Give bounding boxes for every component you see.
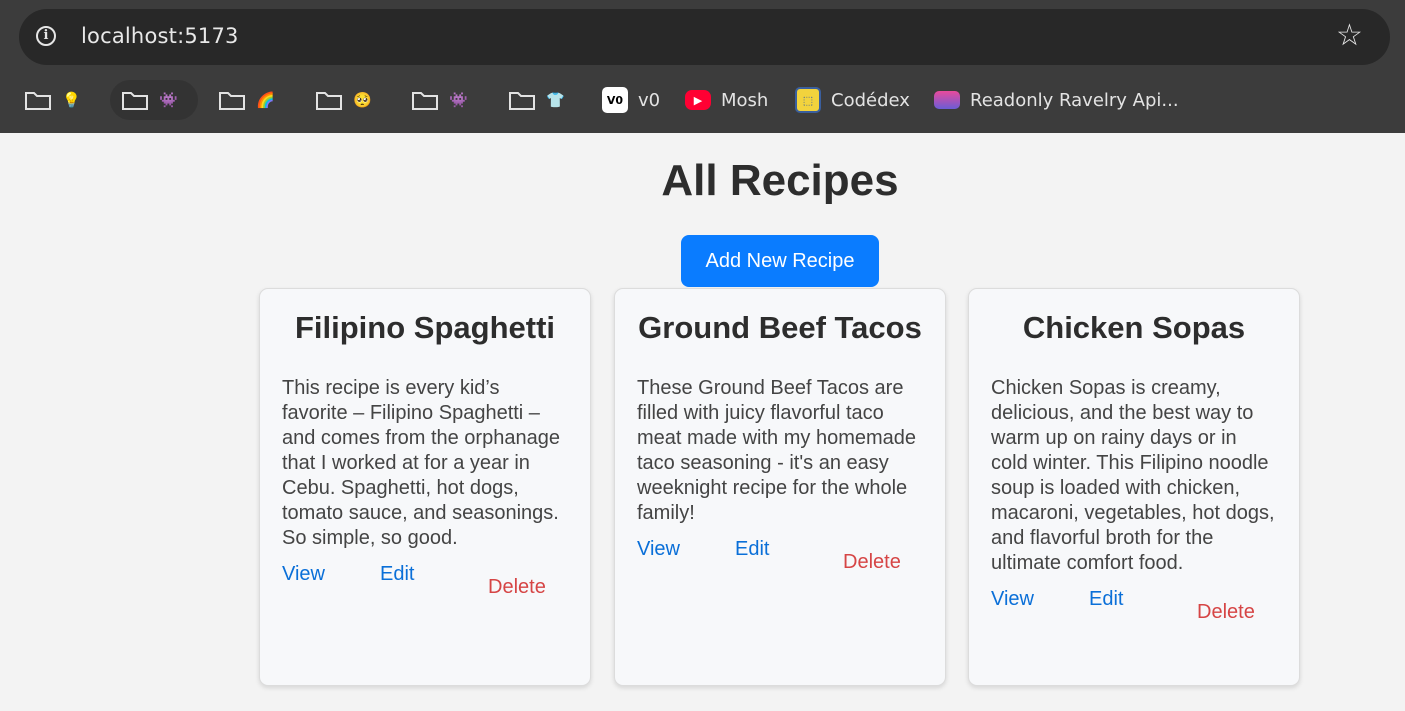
- recipe-actions: View Edit Delete: [991, 588, 1277, 638]
- bookmark-label: Mosh: [721, 89, 769, 111]
- bookmark-folder-3[interactable]: 🌈: [218, 80, 275, 120]
- folder-icon: [25, 92, 51, 110]
- recipe-card: Filipino Spaghetti This recipe is every …: [259, 288, 591, 686]
- bookmark-emoji: 💡: [62, 91, 81, 109]
- folder-icon: [412, 92, 438, 110]
- bookmark-label: v0: [638, 89, 661, 111]
- edit-link[interactable]: Edit: [380, 563, 414, 586]
- edit-link[interactable]: Edit: [1089, 588, 1123, 611]
- recipe-actions: View Edit Delete: [637, 538, 923, 588]
- page-title: All Recipes: [661, 156, 899, 205]
- delete-link[interactable]: Delete: [843, 551, 901, 574]
- folder-icon: [219, 92, 245, 110]
- v0-icon: V0: [602, 87, 628, 113]
- folder-icon: [122, 92, 148, 110]
- url-text[interactable]: localhost:5173: [81, 24, 239, 48]
- site-info-icon[interactable]: i: [36, 26, 56, 46]
- view-link[interactable]: View: [282, 563, 325, 586]
- bookmark-folder-5[interactable]: 👾: [411, 80, 468, 120]
- recipe-card: Chicken Sopas Chicken Sopas is creamy, d…: [968, 288, 1300, 686]
- codedex-icon: ⬚: [795, 87, 821, 113]
- edit-link[interactable]: Edit: [735, 538, 769, 561]
- delete-link[interactable]: Delete: [488, 576, 546, 599]
- bookmark-emoji: 👕: [546, 91, 565, 109]
- view-link[interactable]: View: [637, 538, 680, 561]
- folder-icon: [316, 92, 342, 110]
- bookmark-folder-4[interactable]: 🥺: [315, 80, 372, 120]
- bookmark-emoji: 🥺: [353, 91, 372, 109]
- bookmark-label: Readonly Ravelry Api...: [970, 89, 1179, 111]
- bookmark-emoji: 👾: [159, 91, 178, 109]
- view-link[interactable]: View: [991, 588, 1034, 611]
- recipe-actions: View Edit Delete: [282, 563, 568, 613]
- recipe-description: Chicken Sopas is creamy, delicious, and …: [991, 377, 1275, 574]
- bookmark-star-icon[interactable]: ☆: [1336, 20, 1363, 52]
- bookmark-folder-1[interactable]: 💡: [24, 80, 81, 120]
- recipe-title: Chicken Sopas: [1022, 310, 1246, 345]
- recipe-description: These Ground Beef Tacos are filled with …: [637, 377, 917, 524]
- folder-icon: [509, 92, 535, 110]
- ravelry-icon: [934, 91, 960, 109]
- bookmark-label: Codédex: [831, 89, 910, 111]
- add-new-recipe-button[interactable]: Add New Recipe: [681, 235, 879, 287]
- bookmark-mosh[interactable]: ▶ Mosh: [685, 80, 768, 120]
- bookmark-ravelry[interactable]: Readonly Ravelry Api...: [934, 80, 1179, 120]
- recipe-description: This recipe is every kid’s favorite – Fi…: [282, 377, 560, 549]
- bookmark-emoji: 🌈: [256, 91, 275, 109]
- bookmark-codedex[interactable]: ⬚ Codédex: [795, 80, 910, 120]
- recipe-title: Ground Beef Tacos: [638, 310, 922, 345]
- delete-link[interactable]: Delete: [1197, 601, 1255, 624]
- recipe-card: Ground Beef Tacos These Ground Beef Taco…: [614, 288, 946, 686]
- browser-toolbar: i localhost:5173 ☆ 💡 👾 🌈 🥺 👾 👕 V0 v0 ▶ M…: [0, 0, 1405, 133]
- bookmark-emoji: 👾: [449, 91, 468, 109]
- youtube-icon: ▶: [685, 90, 711, 110]
- bookmark-folder-6[interactable]: 👕: [508, 80, 565, 120]
- bookmark-folder-2[interactable]: 👾: [110, 80, 198, 120]
- recipe-title: Filipino Spaghetti: [294, 310, 556, 345]
- bookmark-v0[interactable]: V0 v0: [602, 80, 660, 120]
